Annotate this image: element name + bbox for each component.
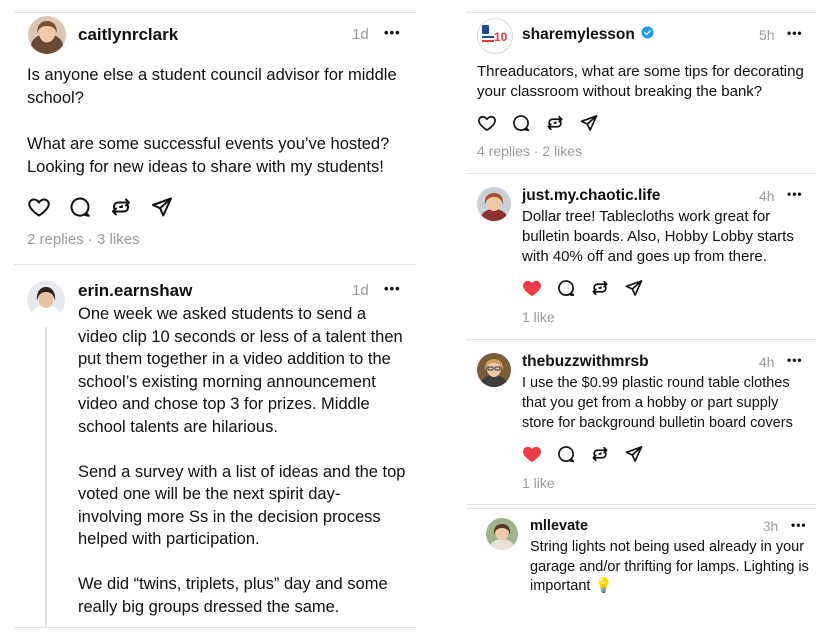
comment-icon[interactable] — [68, 195, 92, 224]
share-icon[interactable] — [624, 444, 644, 469]
top-divider — [14, 12, 416, 13]
timestamp: 5h — [759, 27, 775, 43]
likes-count[interactable]: 2 likes — [542, 143, 582, 159]
share-icon[interactable] — [624, 278, 644, 303]
verified-badge-icon — [641, 26, 654, 44]
timestamp: 4h — [759, 188, 775, 204]
more-icon[interactable]: ••• — [787, 187, 803, 201]
reply-actions — [522, 278, 644, 303]
avatar[interactable] — [28, 16, 66, 54]
repost-icon[interactable] — [590, 444, 610, 469]
share-icon[interactable] — [579, 113, 599, 138]
heart-icon[interactable] — [27, 195, 51, 224]
username[interactable]: just.my.chaotic.life — [522, 187, 660, 205]
timestamp: 4h — [759, 354, 775, 370]
bottom-divider — [14, 627, 416, 628]
stats-separator: · — [529, 143, 543, 159]
avatar[interactable] — [477, 187, 511, 221]
avatar[interactable] — [477, 353, 511, 387]
username[interactable]: thebuzzwithmrsb — [522, 353, 649, 371]
repost-icon[interactable] — [545, 113, 565, 138]
username[interactable]: mllevate — [530, 518, 588, 534]
post-actions — [27, 195, 174, 224]
username-text[interactable]: sharemylesson — [522, 26, 635, 43]
more-icon[interactable]: ••• — [787, 353, 803, 367]
reply-text: Dollar tree! Tablecloths work great for … — [522, 208, 794, 265]
username[interactable]: erin.earnshaw — [78, 281, 192, 301]
right-thread: 10 sharemylesson 5h ••• Threaducators, w… — [466, 0, 816, 644]
timestamp: 3h — [763, 519, 779, 534]
more-icon[interactable]: ••• — [787, 26, 803, 40]
comment-icon[interactable] — [556, 278, 576, 303]
share-icon[interactable] — [150, 195, 174, 224]
post-divider — [466, 173, 816, 174]
reply-divider — [466, 508, 816, 509]
reply-actions — [522, 444, 644, 469]
comment-icon[interactable] — [511, 113, 531, 138]
more-icon[interactable]: ••• — [384, 25, 401, 40]
more-icon[interactable]: ••• — [791, 518, 807, 532]
post-actions — [477, 113, 599, 138]
replies-count[interactable]: 4 replies — [477, 143, 530, 159]
thread-line — [45, 327, 47, 627]
post-divider — [14, 264, 416, 265]
avatar[interactable] — [486, 518, 518, 550]
heart-icon[interactable] — [522, 444, 542, 469]
more-icon[interactable]: ••• — [384, 281, 401, 296]
repost-icon[interactable] — [109, 195, 133, 224]
reply-text: String lights not being used already in … — [530, 539, 809, 594]
timestamp: 1d — [352, 282, 369, 299]
post-text: Threaducators, what are some tips for de… — [477, 63, 804, 100]
stats-separator: · — [83, 231, 98, 248]
heart-icon[interactable] — [477, 113, 497, 138]
avatar-label: 10 — [494, 30, 508, 44]
username[interactable]: caitlynrclark — [78, 25, 178, 45]
top-divider — [466, 12, 816, 13]
heart-icon[interactable] — [522, 278, 542, 303]
left-thread: caitlynrclark 1d ••• Is anyone else a st… — [14, 0, 416, 644]
reply-divider — [466, 339, 816, 340]
repost-icon[interactable] — [590, 278, 610, 303]
replies-count[interactable]: 2 replies — [27, 231, 84, 248]
likes-count[interactable]: 3 likes — [97, 231, 140, 248]
comment-icon[interactable] — [556, 444, 576, 469]
likes-count[interactable]: 1 like — [522, 309, 555, 325]
post-stats: 2 replies · 3 likes — [27, 231, 140, 248]
likes-count[interactable]: 1 like — [522, 475, 555, 491]
reply-text: I use the $0.99 plastic round table clot… — [522, 375, 793, 431]
avatar[interactable] — [27, 281, 65, 319]
reply-divider — [466, 504, 816, 505]
timestamp: 1d — [352, 26, 369, 43]
username[interactable]: sharemylesson — [522, 26, 654, 44]
post-text: Is anyone else a student council advisor… — [27, 66, 397, 176]
reply-text: One week we asked students to send a vid… — [78, 305, 406, 616]
post-stats: 4 replies · 2 likes — [477, 143, 582, 159]
